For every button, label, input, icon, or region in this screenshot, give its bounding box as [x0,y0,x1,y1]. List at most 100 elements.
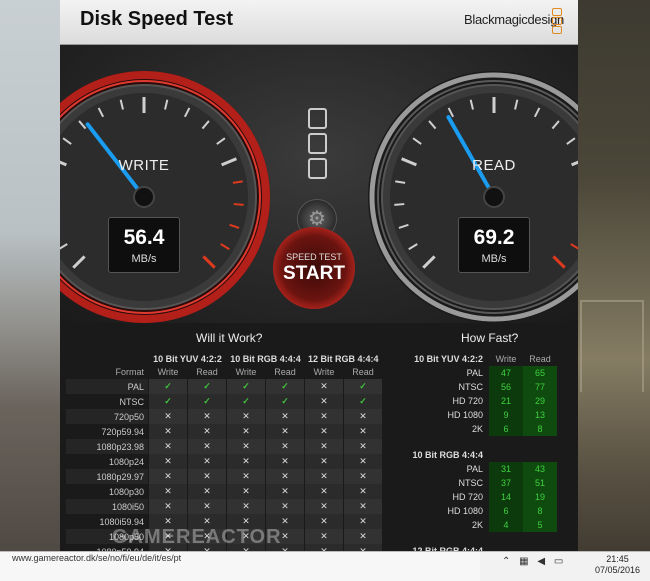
format-cell: NTSC [119,396,145,407]
cross-icon: ✕ [203,486,211,496]
taskbar-clock[interactable]: 21:45 07/05/2016 [590,554,645,576]
check-icon: ✓ [242,381,250,391]
cross-icon: ✕ [320,471,328,481]
result-cell: ✕ [304,514,344,529]
write-fps-cell: 21 [489,394,523,408]
chevron-up-icon[interactable]: ⌃ [502,556,510,567]
result-cell: ✕ [304,439,344,454]
write-gauge: WRITE 56.4 MB/s [60,67,274,327]
format-cell: NTSC [458,382,484,392]
format-cell: HD 720 [452,396,483,406]
result-cell: ✕ [226,499,266,514]
start-button-label: START [283,263,345,284]
result-cell: ✕ [265,424,305,439]
how-fast-section: 10 Bit RGB 4:4:4 PAL 31 43 NTSC 37 51 HD 720 14 1… [405,448,557,532]
group-header: 10 Bit RGB 4:4:4 [230,353,301,364]
table-row: 720p59.94 ✕ ✕ ✕ ✕ ✕ ✕ [66,424,382,439]
cross-icon: ✕ [281,531,289,541]
clock-time: 21:45 [606,554,629,564]
cross-icon: ✕ [164,486,172,496]
result-cell: ✓ [226,379,266,394]
result-cell: ✕ [343,499,382,514]
result-cell: ✕ [187,424,227,439]
write-fps-cell: 31 [489,462,523,476]
table-row: HD 720 21 29 [405,394,557,408]
table-row: 1080p23.98 ✕ ✕ ✕ ✕ ✕ ✕ [66,439,382,454]
read-fps-cell: 29 [523,394,557,408]
result-cell: ✓ [265,379,305,394]
table-row: NTSC 37 51 [405,476,557,490]
read-fps-cell: 8 [523,422,557,436]
cross-icon: ✕ [242,501,250,511]
format-cell: PAL [66,379,149,394]
result-cell: ✕ [148,409,188,424]
result-cell: ✕ [343,439,382,454]
table-row: 1080i50 ✕ ✕ ✕ ✕ ✕ ✕ [66,499,382,514]
drive-select-icon[interactable] [308,108,327,179]
format-cell: 2K [471,424,483,434]
format-cell: 1080p23.98 [66,439,149,454]
table-row: HD 720 14 19 [405,490,557,504]
blackmagic-logo-icon [552,8,562,34]
cross-icon: ✕ [320,441,328,451]
section-title: 10 Bit YUV 4:2:2 [414,354,483,364]
cross-icon: ✕ [242,456,250,466]
table-row: HD 1080 6 8 [405,504,557,518]
result-cell: ✕ [304,394,344,409]
cross-icon: ✕ [359,441,367,451]
start-button[interactable]: SPEED TEST START [273,227,355,309]
write-readout: 56.4 MB/s [108,217,180,273]
result-cell: ✓ [148,379,188,394]
check-icon: ✓ [359,396,367,406]
gauge-tick [233,203,244,206]
read-fps-cell: 77 [523,380,557,394]
read-value: 69.2 [473,226,515,249]
cross-icon: ✕ [164,501,172,511]
read-fps-cell: 51 [523,476,557,490]
write-fps-cell: 6 [489,504,523,518]
result-cell: ✕ [265,499,305,514]
cross-icon: ✕ [203,516,211,526]
keyboard-icon[interactable]: ▭ [554,556,563,567]
volume-icon[interactable]: ◀ [537,556,545,567]
system-tray: ⌃ ▦ ◀ ▭ [502,556,569,576]
start-button-top-label: SPEED TEST [286,252,342,262]
cross-icon: ✕ [320,501,328,511]
result-cell: ✕ [148,454,188,469]
result-cell: ✓ [343,394,382,409]
table-row: 2K 6 8 [405,422,557,436]
format-cell: 2K [471,520,483,530]
result-cell: ✓ [265,394,305,409]
cross-icon: ✕ [320,486,328,496]
result-cell: ✕ [265,439,305,454]
result-cell: ✕ [148,499,188,514]
cross-icon: ✕ [203,411,211,421]
table-row: PAL ✓ ✓ ✓ ✓ ✕ ✓ [66,379,382,394]
result-cell: ✓ [187,394,227,409]
write-subheader: Write [148,365,188,379]
result-cell: ✕ [304,469,344,484]
write-header [489,448,523,462]
format-cell: 720p50 [66,409,149,424]
cross-icon: ✕ [242,441,250,451]
result-cell: ✕ [304,484,344,499]
check-icon: ✓ [164,381,172,391]
section-title: 10 Bit RGB 4:4:4 [412,450,483,460]
cross-icon: ✕ [242,471,250,481]
cross-icon: ✕ [242,516,250,526]
write-gauge-dial [60,71,270,323]
read-subheader: Read [343,365,382,379]
network-icon[interactable]: ▦ [519,556,528,567]
read-gauge-dial [368,71,578,323]
watermark-logo: GAMEREACTOR [112,526,282,548]
read-readout: 69.2 MB/s [458,217,530,273]
cross-icon: ✕ [164,441,172,451]
cross-icon: ✕ [320,426,328,436]
result-cell: ✕ [187,409,227,424]
cross-icon: ✕ [281,441,289,451]
result-cell: ✓ [226,394,266,409]
write-value: 56.4 [123,226,165,249]
read-gauge: READ 69.2 MB/s [364,67,578,327]
cross-icon: ✕ [281,486,289,496]
cross-icon: ✕ [359,471,367,481]
